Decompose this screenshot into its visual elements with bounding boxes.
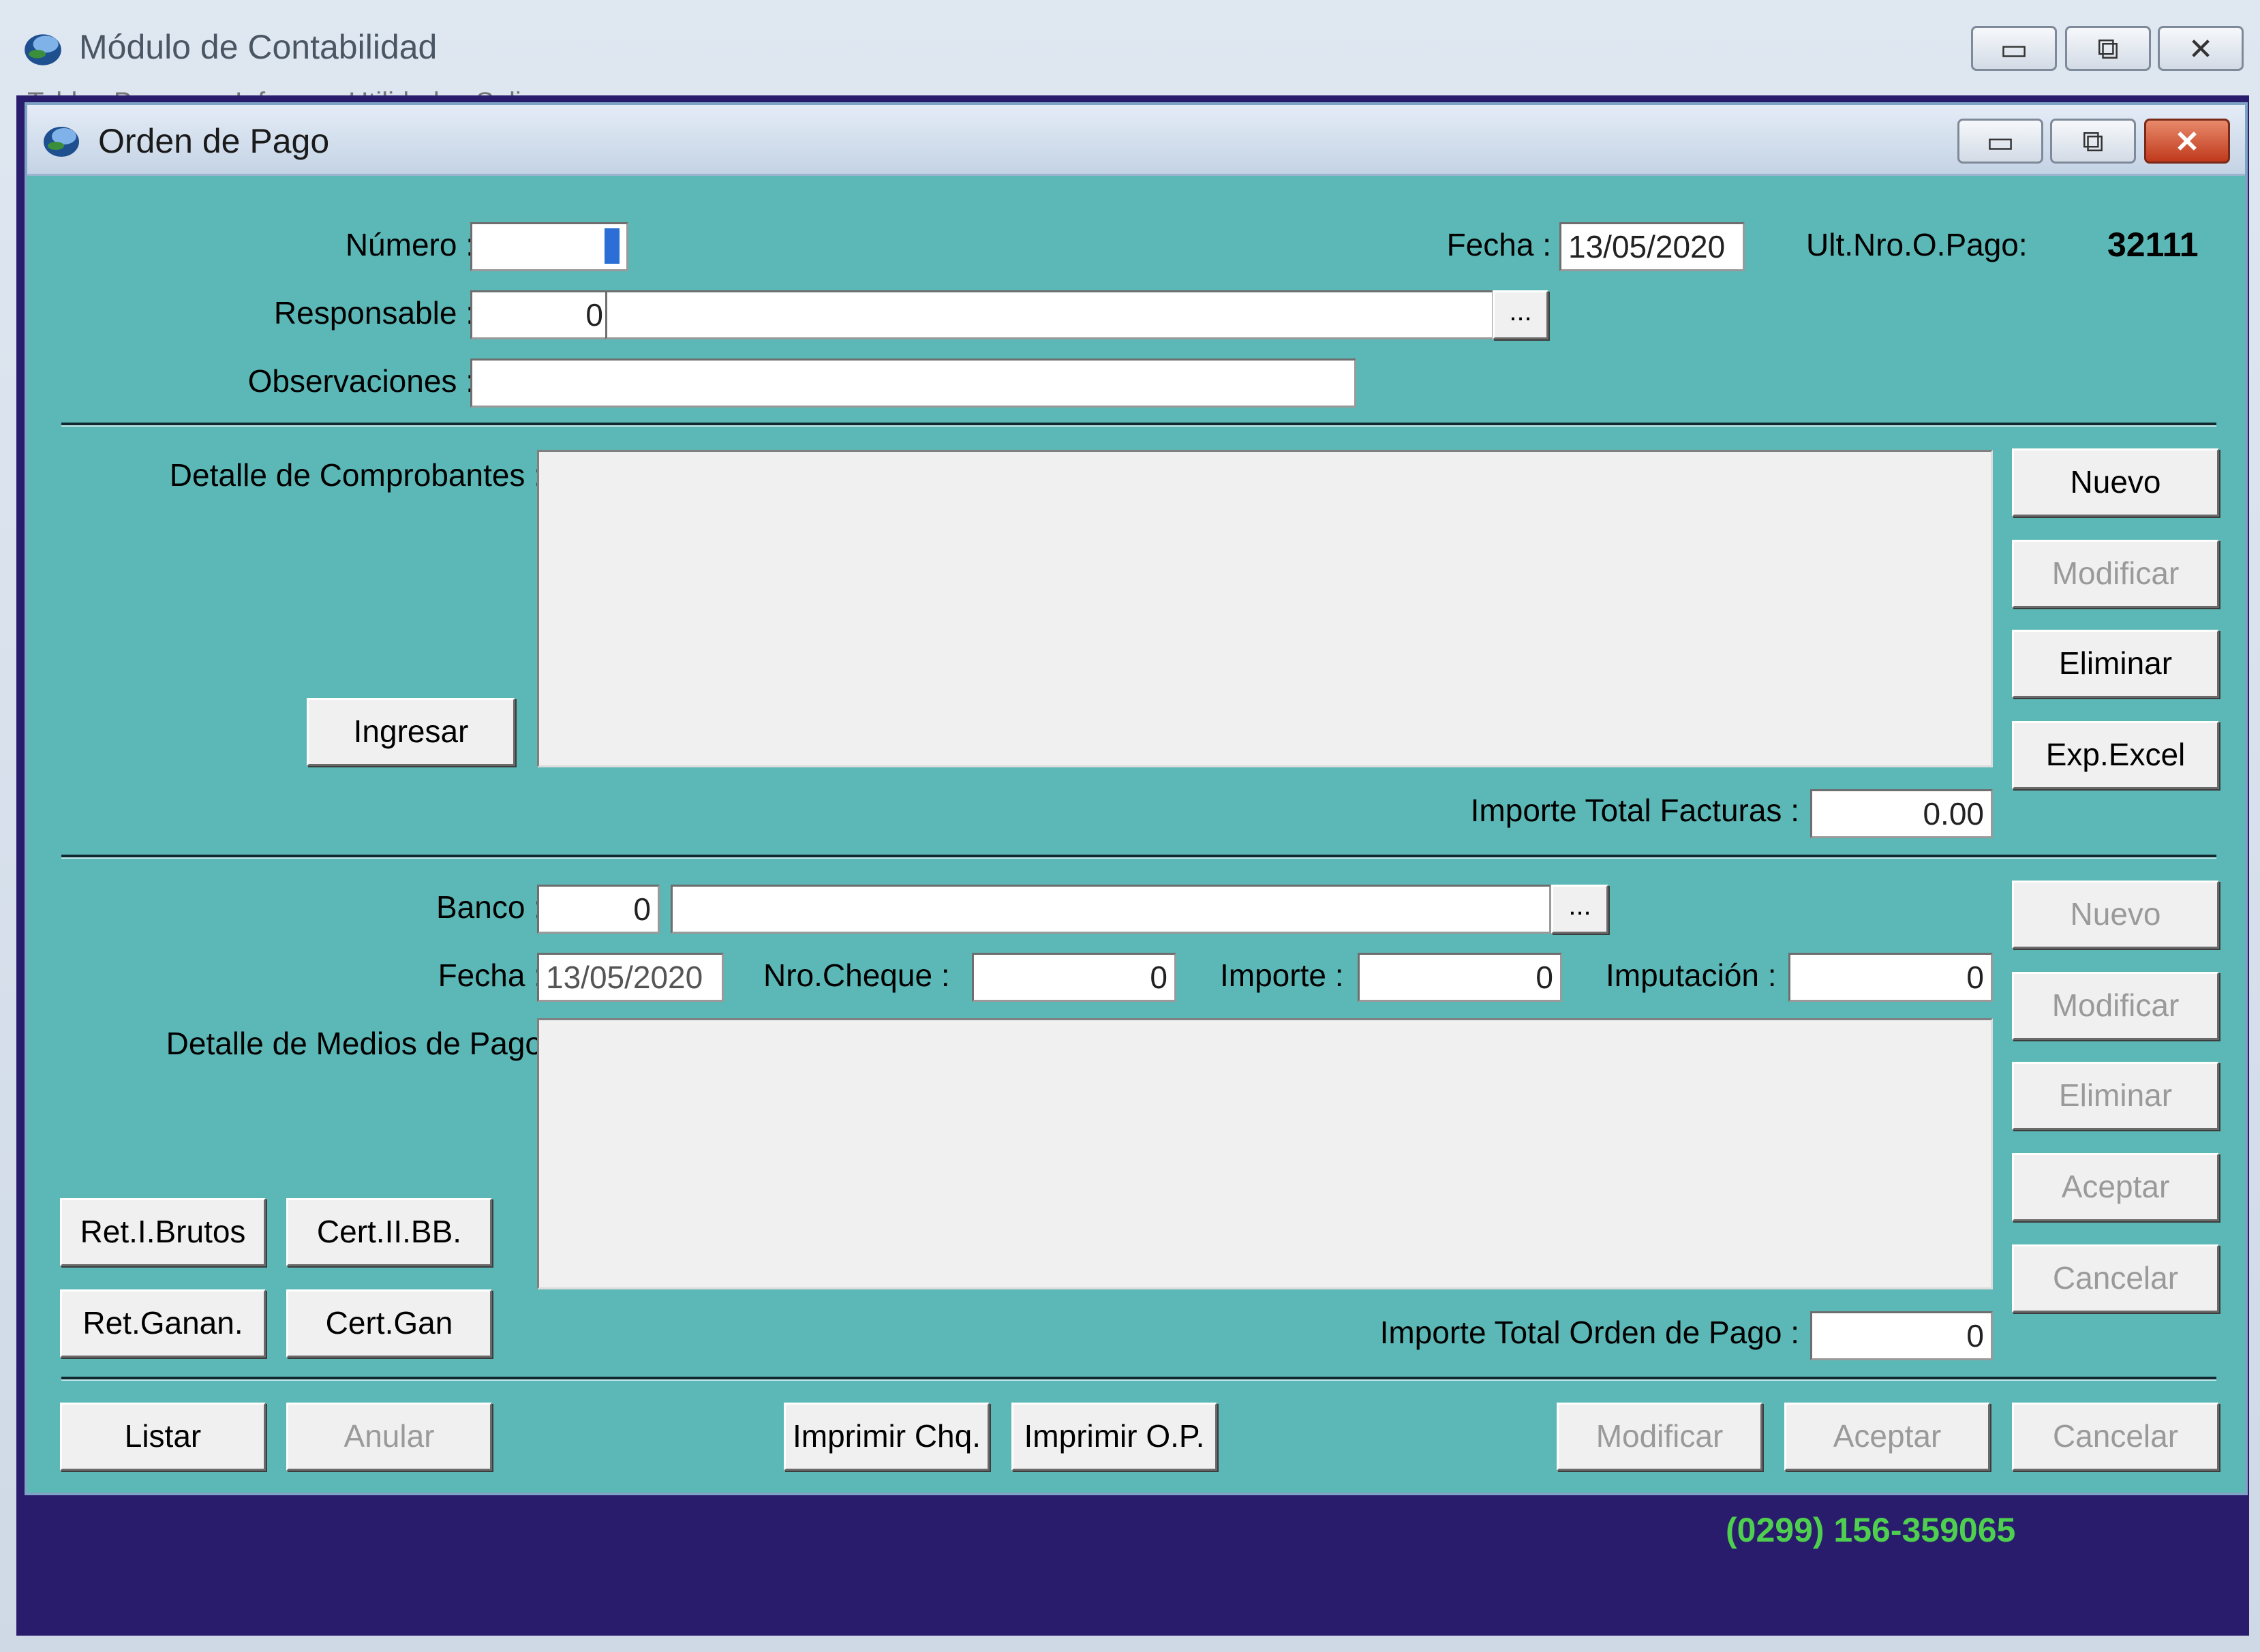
- minimize-icon: ▭: [1986, 125, 2015, 159]
- comprobante-nuevo-button[interactable]: Nuevo: [2012, 448, 2219, 517]
- responsable-label: Responsable :: [273, 295, 474, 331]
- responsable-code-input[interactable]: 0: [470, 290, 612, 339]
- imprimir-op-button[interactable]: Imprimir O.P.: [1011, 1403, 1217, 1471]
- importe-total-op-label: Importe Total Orden de Pago :: [1379, 1315, 1799, 1350]
- ret-ganan-button[interactable]: Ret.Ganan.: [60, 1289, 266, 1358]
- cert-iibb-button[interactable]: Cert.II.BB.: [286, 1198, 492, 1266]
- app-globe-icon: [25, 34, 61, 65]
- medio-cancelar-button[interactable]: Cancelar: [2012, 1244, 2219, 1313]
- listar-button[interactable]: Listar: [60, 1403, 266, 1471]
- footer-modificar-button[interactable]: Modificar: [1557, 1403, 1762, 1471]
- medio-aceptar-button[interactable]: Aceptar: [2012, 1153, 2219, 1221]
- close-icon: ✕: [2174, 125, 2200, 159]
- dialog-title: Orden de Pago: [98, 122, 330, 160]
- cert-gan-button[interactable]: Cert.Gan: [286, 1289, 492, 1358]
- fecha-medio-label: Fecha :: [438, 958, 543, 993]
- banco-name-input[interactable]: [671, 885, 1551, 934]
- numero-label: Número :: [345, 227, 474, 262]
- comprobantes-list[interactable]: [537, 450, 1993, 767]
- medio-nuevo-button[interactable]: Nuevo: [2012, 881, 2219, 949]
- imputacion-label: Imputación :: [1606, 958, 1777, 993]
- main-close-button[interactable]: ✕: [2158, 26, 2244, 71]
- responsable-browse-button[interactable]: ...: [1493, 290, 1548, 339]
- dialog-minimize-button[interactable]: ▭: [1957, 119, 2043, 164]
- separator-2: [61, 855, 2216, 859]
- responsable-name-input[interactable]: [605, 290, 1494, 339]
- fecha-header-label: Fecha :: [1446, 227, 1551, 262]
- anular-button[interactable]: Anular: [286, 1403, 492, 1471]
- separator-3: [61, 1377, 2216, 1381]
- main-window-title: Módulo de Contabilidad: [79, 28, 438, 66]
- footer-aceptar-button[interactable]: Aceptar: [1784, 1403, 1990, 1471]
- nro-cheque-label: Nro.Cheque :: [763, 958, 950, 993]
- minimize-icon: ▭: [2000, 33, 2028, 66]
- imprimir-chq-button[interactable]: Imprimir Chq.: [784, 1403, 990, 1471]
- medio-eliminar-button[interactable]: Eliminar: [2012, 1062, 2219, 1130]
- dialog-restore-button[interactable]: ⧉: [2050, 119, 2136, 164]
- text-caret: [605, 228, 620, 264]
- importe-total-facturas-value: 0.00: [1810, 789, 1993, 838]
- comprobante-eliminar-button[interactable]: Eliminar: [2012, 630, 2219, 698]
- medios-pago-list[interactable]: [537, 1018, 1993, 1289]
- main-restore-button[interactable]: ⧉: [2065, 26, 2151, 71]
- importe-total-op-value: 0: [1810, 1311, 1993, 1360]
- observaciones-label: Observaciones :: [247, 363, 474, 399]
- fecha-medio-input[interactable]: 13/05/2020: [537, 953, 724, 1002]
- observaciones-input[interactable]: [470, 358, 1356, 408]
- importe-total-facturas-label: Importe Total Facturas :: [1470, 793, 1799, 828]
- comprobante-modificar-button[interactable]: Modificar: [2012, 540, 2219, 608]
- nro-cheque-input[interactable]: 0: [972, 953, 1176, 1002]
- main-minimize-button[interactable]: ▭: [1971, 26, 2057, 71]
- dialog-globe-icon: [44, 127, 79, 157]
- separator-1: [61, 423, 2216, 427]
- dialog-close-button[interactable]: ✕: [2144, 119, 2230, 164]
- banco-label: Banco :: [436, 889, 543, 925]
- importe-label: Importe :: [1220, 958, 1344, 993]
- banco-code-input[interactable]: 0: [537, 885, 660, 934]
- medio-modificar-button[interactable]: Modificar: [2012, 972, 2219, 1040]
- ult-nro-label: Ult.Nro.O.Pago:: [1806, 227, 2028, 262]
- orden-de-pago-window: Orden de Pago ▭ ⧉ ✕ Número : Fecha : 13/…: [25, 102, 2248, 1495]
- exp-excel-button[interactable]: Exp.Excel: [2012, 721, 2219, 789]
- restore-icon: ⧉: [2082, 125, 2104, 158]
- footer-cancelar-button[interactable]: Cancelar: [2012, 1403, 2219, 1471]
- imputacion-input[interactable]: 0: [1788, 953, 1993, 1002]
- main-title-bar: Módulo de Contabilidad ▭ ⧉ ✕: [0, 0, 2260, 95]
- contact-phone: (0299) 156-359065: [1726, 1511, 2016, 1549]
- dialog-title-bar: Orden de Pago ▭ ⧉ ✕: [27, 105, 2245, 176]
- ret-ibrutos-button[interactable]: Ret.I.Brutos: [60, 1198, 266, 1266]
- numero-input[interactable]: [470, 222, 628, 271]
- restore-icon: ⧉: [2097, 32, 2119, 65]
- fecha-header-input[interactable]: 13/05/2020: [1559, 222, 1745, 271]
- banco-browse-button[interactable]: ...: [1551, 885, 1608, 934]
- detalle-medios-label: Detalle de Medios de Pago: [166, 1026, 543, 1061]
- ingresar-button[interactable]: Ingresar: [307, 698, 515, 766]
- close-icon: ✕: [2188, 33, 2214, 66]
- ult-nro-value: 32111: [2107, 226, 2199, 264]
- detalle-comprobantes-label: Detalle de Comprobantes :: [169, 457, 543, 493]
- importe-input[interactable]: 0: [1358, 953, 1562, 1002]
